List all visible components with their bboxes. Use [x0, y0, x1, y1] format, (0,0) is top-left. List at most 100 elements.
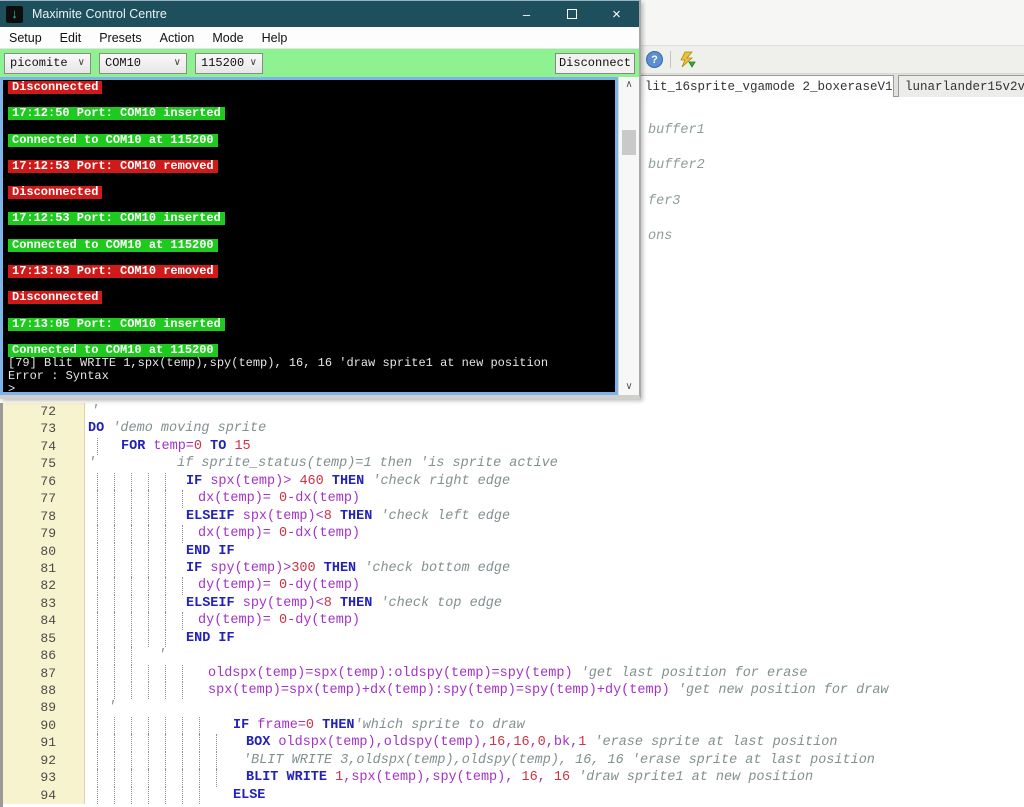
indent-guide — [165, 472, 166, 491]
code-comment-fragment: ons — [648, 229, 673, 244]
minimize-button[interactable]: – — [504, 1, 549, 27]
indent-guide — [182, 664, 183, 682]
indent-guide — [216, 769, 217, 787]
code-text: BLIT WRITE 1,spx(temp),spy(temp), 16, 16… — [85, 769, 1024, 787]
code-tokens: END IF — [186, 630, 235, 646]
run-program-icon[interactable] — [678, 51, 696, 74]
menu-item-edit[interactable]: Edit — [51, 31, 91, 45]
status-badge: Connected to COM10 at 115200 — [8, 133, 218, 147]
scrollbar-thumb[interactable] — [622, 130, 636, 155]
menu-item-help[interactable]: Help — [253, 31, 297, 45]
indent-guide — [114, 507, 115, 526]
indent-guide — [131, 542, 132, 560]
baud-dropdown[interactable]: 115200 ∨ — [195, 52, 263, 74]
code-comment-fragment: buffer2 — [648, 158, 705, 173]
terminal-line: 17:13:05 Port: COM10 inserted — [3, 317, 615, 331]
code-tokens: dx(temp)= 0-dx(temp) — [198, 526, 361, 542]
code-line: 79 dx(temp)= 0-dx(temp) — [3, 525, 1024, 543]
title-bar[interactable]: ↓ Maximite Control Centre – × — [0, 0, 639, 27]
indent-guide — [114, 734, 115, 752]
indent-guide — [199, 734, 200, 752]
terminal-line: Disconnected — [3, 81, 615, 94]
code-tokens: ELSEIF spy(temp)<8 THEN 'check top edge — [186, 595, 502, 611]
editor-code-pane[interactable]: 72 ' 73 DO 'demo moving sprite 74 FOR temp=0 … — [0, 403, 1024, 807]
port-dropdown[interactable]: COM10 ∨ — [99, 52, 187, 74]
code-line: 91 BOX oldspx(temp),oldspy(temp),16,16,0,… — [3, 734, 1024, 752]
indent-guide — [182, 751, 183, 770]
menu-item-presets[interactable]: Presets — [90, 31, 150, 45]
terminal-line: 17:12:53 Port: COM10 removed — [3, 159, 615, 173]
terminal-line: Error : Syntax — [8, 369, 109, 384]
tab-inactive[interactable]: lunarlander15v2vga. — [898, 75, 1024, 97]
code-text: ' — [85, 403, 1024, 420]
indent-guide — [97, 629, 98, 648]
code-line: 83 ELSEIF spy(temp)<8 THEN 'check top edg… — [3, 594, 1024, 613]
indent-guide — [114, 786, 115, 805]
indent-guide — [131, 769, 132, 787]
menu-item-setup[interactable]: Setup — [0, 31, 51, 45]
indent-guide — [165, 716, 166, 735]
line-number: 75 — [3, 455, 85, 473]
code-line: 77 dx(temp)= 0-dx(temp) — [3, 490, 1024, 508]
disconnect-button[interactable]: Disconnect — [555, 52, 635, 74]
terminal-line: 17:12:53 Port: COM10 inserted — [3, 212, 615, 226]
indent-guide — [148, 734, 149, 752]
indent-guide — [97, 786, 98, 805]
indent-guide — [165, 594, 166, 613]
connection-toolbar: picomite ∨ COM10 ∨ 115200 ∨ Disconnect — [0, 49, 639, 77]
indent-guide — [165, 751, 166, 770]
indent-guide — [131, 525, 132, 543]
line-number: 87 — [3, 664, 85, 682]
indent-guide — [114, 664, 115, 682]
indent-guide — [131, 734, 132, 752]
menu-item-mode[interactable]: Mode — [203, 31, 252, 45]
status-badge: Connected to COM10 at 115200 — [8, 238, 218, 252]
tab-active[interactable]: lit_16sprite_vgamode 2_boxeraseV1.bas× — [638, 75, 894, 97]
help-icon[interactable]: ? — [646, 51, 663, 68]
scrollbar-track[interactable] — [619, 93, 639, 379]
indent-guide — [97, 525, 98, 543]
code-text: IF frame=0 THEN'which sprite to draw — [85, 716, 1024, 735]
code-tokens: spx(temp)=spx(temp)+dx(temp):spy(temp)=s… — [208, 683, 889, 698]
indent-guide — [97, 490, 98, 508]
close-button[interactable]: × — [594, 1, 639, 27]
indent-guide — [97, 507, 98, 526]
code-tokens: oldspx(temp)=spx(temp):oldspy(temp)=spy(… — [208, 665, 808, 681]
code-tokens: ELSE — [233, 787, 266, 803]
code-tokens: IF spy(temp)>300 THEN 'check bottom edge — [186, 560, 511, 576]
indent-guide — [148, 525, 149, 543]
code-tokens: ' — [158, 648, 167, 664]
indent-guide — [216, 751, 217, 770]
code-text: IF spx(temp)> 460 THEN 'check right edge — [85, 472, 1024, 491]
code-text: ' — [85, 699, 1024, 717]
terminal-console[interactable]: Disconnected 17:12:50 Port: COM10 inserte… — [0, 77, 618, 395]
scroll-down-icon[interactable]: ∨ — [625, 379, 632, 395]
scroll-up-icon[interactable]: ∧ — [625, 77, 632, 93]
line-number: 78 — [3, 507, 85, 526]
indent-guide — [165, 786, 166, 805]
code-text: FOR temp=0 TO 15 — [85, 437, 1024, 456]
indent-guide — [131, 647, 132, 665]
indent-guide — [131, 559, 132, 578]
app-icon: ↓ — [6, 5, 23, 23]
port-dropdown-value: COM10 — [105, 56, 142, 70]
indent-guide — [114, 769, 115, 787]
terminal-scrollbar[interactable]: ∧ ∨ — [618, 77, 639, 395]
indent-guide — [148, 716, 149, 735]
indent-guide — [148, 490, 149, 508]
chevron-down-icon: ∨ — [77, 58, 85, 69]
device-dropdown[interactable]: picomite ∨ — [4, 52, 91, 74]
terminal-line: 17:13:03 Port: COM10 removed — [3, 264, 615, 278]
indent-guide — [199, 716, 200, 735]
baud-dropdown-value: 115200 — [201, 56, 245, 70]
menu-item-action[interactable]: Action — [151, 31, 204, 45]
indent-guide — [97, 734, 98, 752]
maximize-button[interactable] — [549, 1, 594, 27]
code-tokens: DO 'demo moving sprite — [88, 421, 267, 437]
tab-label: lunarlander15v2vga. — [905, 79, 1024, 94]
indent-guide — [97, 612, 98, 630]
indent-guide — [148, 629, 149, 648]
code-tokens: END IF — [186, 543, 235, 559]
indent-guide — [97, 472, 98, 491]
